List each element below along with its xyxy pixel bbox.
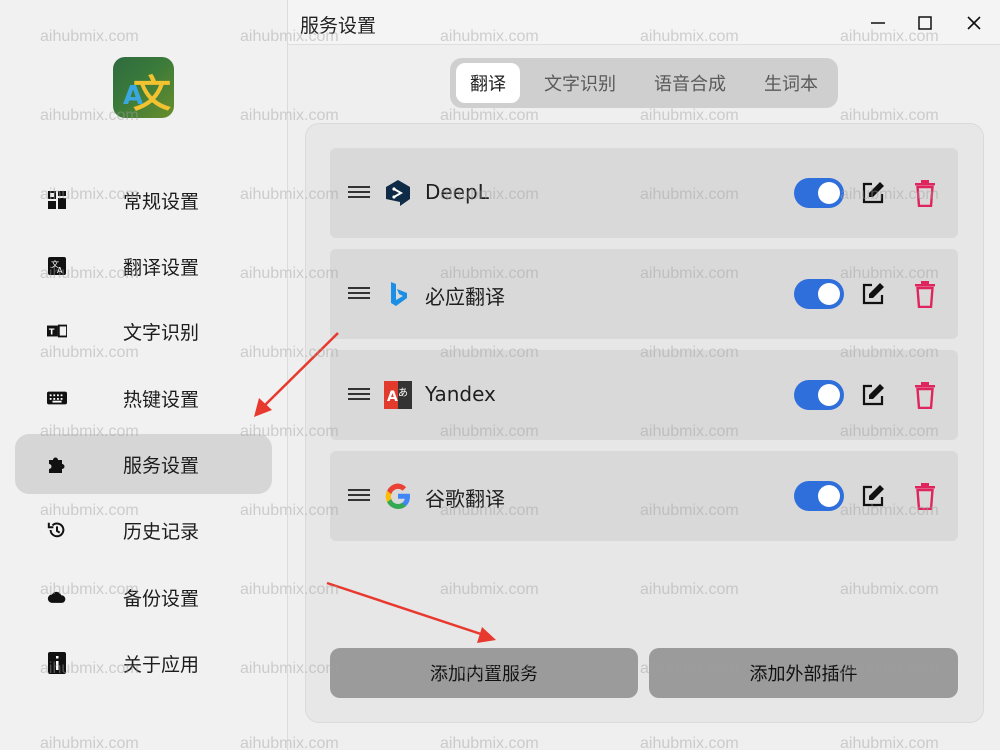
service-toggle[interactable] (794, 481, 844, 511)
keyboard-icon (47, 388, 67, 408)
service-tabs: 翻译 文字识别 语音合成 生词本 (450, 58, 838, 108)
delete-icon[interactable] (913, 381, 937, 409)
watermark-text: aihubmix.com (640, 735, 739, 750)
sidebar-item-label: 关于应用 (123, 653, 200, 676)
delete-icon[interactable] (913, 179, 937, 207)
app-logo: 文 A (113, 57, 174, 118)
svg-text:A: A (57, 266, 63, 275)
tab-vocabulary[interactable]: 生词本 (754, 63, 828, 103)
drag-handle-icon[interactable] (348, 388, 370, 402)
close-icon (967, 16, 981, 30)
service-toggle[interactable] (794, 380, 844, 410)
minimize-icon (871, 22, 885, 24)
delete-icon[interactable] (913, 280, 937, 308)
sidebar-item-label: 历史记录 (123, 520, 200, 543)
maximize-icon (918, 16, 932, 30)
grid-icon (47, 190, 67, 210)
svg-text:あ: あ (398, 387, 408, 399)
edit-icon[interactable] (860, 382, 886, 408)
sidebar-item-about[interactable]: 关于应用 (15, 633, 272, 693)
drag-handle-icon[interactable] (348, 287, 370, 301)
drag-handle-icon[interactable] (348, 186, 370, 200)
google-logo-icon (385, 483, 410, 509)
logo-glyph-latin: A (123, 81, 144, 111)
window-title: 服务设置 (300, 15, 377, 37)
maximize-button[interactable] (910, 8, 940, 38)
bing-logo-icon (391, 282, 407, 306)
service-row-bing: 必应翻译 (330, 249, 958, 339)
edit-icon[interactable] (860, 180, 886, 206)
sidebar-item-services[interactable]: 服务设置 (15, 434, 272, 494)
service-toggle[interactable] (794, 279, 844, 309)
puzzle-icon (47, 454, 67, 474)
sidebar-item-label: 翻译设置 (123, 256, 200, 279)
sidebar-item-label: 备份设置 (123, 587, 200, 610)
tab-ocr[interactable]: 文字识别 (534, 63, 626, 103)
sidebar-item-label: 热键设置 (123, 388, 200, 411)
edit-icon[interactable] (860, 483, 886, 509)
delete-icon[interactable] (913, 482, 937, 510)
sidebar-item-general[interactable]: 常规设置 (15, 170, 272, 230)
translate-icon: 文A (47, 256, 67, 276)
watermark-text: aihubmix.com (840, 735, 939, 750)
history-icon (47, 520, 67, 540)
service-name: 必应翻译 (425, 285, 505, 309)
sidebar-item-ocr[interactable]: T 文字识别 (15, 301, 272, 361)
service-name: Yandex (425, 382, 496, 406)
info-icon (47, 652, 67, 674)
minimize-button[interactable] (863, 8, 893, 38)
sidebar-item-hotkey[interactable]: 热键设置 (15, 368, 272, 428)
service-row-yandex: A あ Yandex (330, 350, 958, 440)
watermark-text: aihubmix.com (440, 735, 539, 750)
service-row-deepl: DeepL (330, 148, 958, 238)
cloud-icon (47, 587, 67, 607)
add-builtin-service-button[interactable]: 添加内置服务 (330, 648, 638, 698)
drag-handle-icon[interactable] (348, 489, 370, 503)
service-row-google: 谷歌翻译 (330, 451, 958, 541)
edit-icon[interactable] (860, 281, 886, 307)
title-bar: 服务设置 (288, 0, 1000, 45)
deepl-logo-icon (386, 180, 410, 206)
tab-tts[interactable]: 语音合成 (644, 63, 736, 103)
sidebar-item-translate[interactable]: 文A 翻译设置 (15, 236, 272, 296)
close-button[interactable] (959, 8, 989, 38)
service-name: 谷歌翻译 (425, 487, 505, 511)
sidebar-item-label: 文字识别 (123, 321, 200, 344)
service-name: DeepL (425, 180, 489, 204)
sidebar-item-history[interactable]: 历史记录 (15, 500, 272, 560)
sidebar-item-label: 常规设置 (123, 190, 200, 213)
yandex-logo-icon: A あ (384, 381, 412, 409)
svg-text:A: A (387, 389, 398, 405)
sidebar-item-backup[interactable]: 备份设置 (15, 567, 272, 627)
sidebar-item-label: 服务设置 (123, 454, 200, 477)
svg-text:T: T (49, 327, 55, 337)
tab-translate[interactable]: 翻译 (456, 63, 520, 103)
service-toggle[interactable] (794, 178, 844, 208)
add-external-plugin-button[interactable]: 添加外部插件 (649, 648, 958, 698)
ocr-icon: T (47, 321, 67, 341)
